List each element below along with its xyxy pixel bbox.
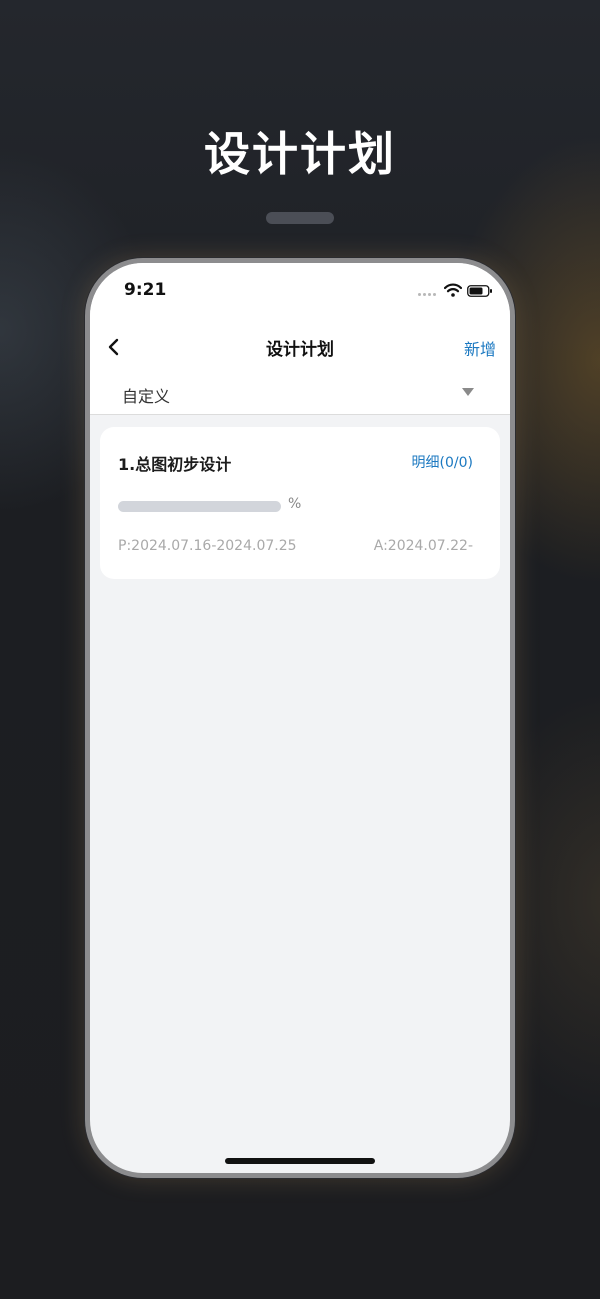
plan-actual-dates: A:2024.07.22- [373, 538, 473, 554]
navigation-bar: 设计计划 新增 [90, 323, 510, 371]
phone-frame: 9:21 设计计划 新增 自定义 1.总图初步设计 明细(0/0) % P:20… [85, 258, 515, 1178]
signal-icon [418, 293, 436, 296]
decorative-pill [266, 212, 334, 224]
plan-card[interactable]: 1.总图初步设计 明细(0/0) % P:2024.07.16-2024.07.… [100, 427, 500, 579]
status-bar: 9:21 [90, 263, 510, 323]
wifi-icon [444, 283, 462, 297]
plan-detail-link[interactable]: 明细(0/0) [412, 452, 473, 472]
plan-title: 1.总图初步设计 [118, 455, 232, 474]
promo-headline: 设计计划 [204, 127, 396, 181]
plan-progress-label: % [288, 496, 302, 512]
battery-icon [467, 285, 492, 297]
add-button[interactable]: 新增 [464, 336, 496, 360]
home-indicator [225, 1158, 375, 1164]
dropdown-caret-icon [462, 388, 474, 396]
filter-dropdown[interactable]: 自定义 [90, 371, 510, 415]
status-time: 9:21 [124, 280, 167, 300]
plan-planned-dates: P:2024.07.16-2024.07.25 [118, 538, 297, 554]
filter-selected-value: 自定义 [122, 387, 171, 406]
phone-screen: 9:21 设计计划 新增 自定义 1.总图初步设计 明细(0/0) % P:20… [90, 263, 510, 1173]
plan-progress-bar [118, 501, 281, 512]
page-title: 设计计划 [266, 340, 334, 360]
